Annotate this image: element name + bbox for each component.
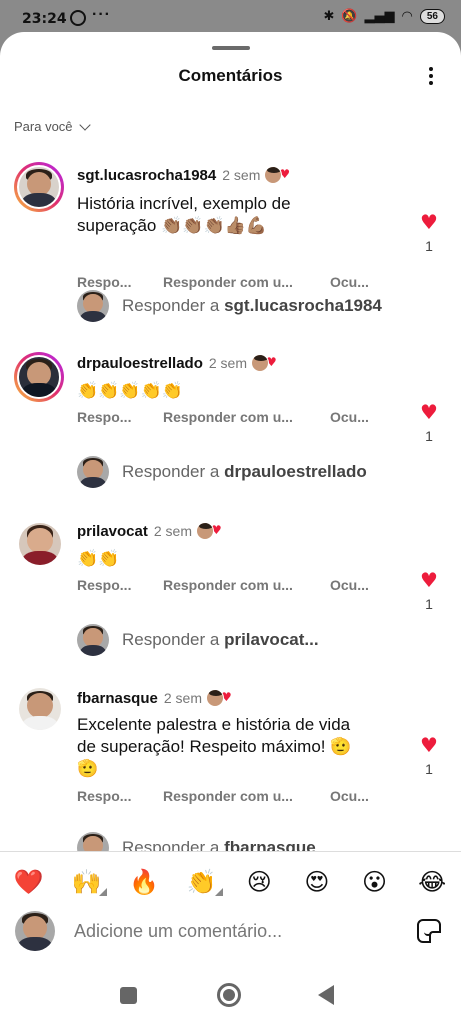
comment-time: 2 sem	[222, 167, 261, 183]
reply-prefix: Responder a	[122, 462, 225, 481]
author-avatar-icon	[205, 689, 224, 707]
comment-username[interactable]: drpauloestrellado 2 sem ♥	[77, 354, 277, 372]
emoji-laughing-button[interactable]: 😂	[415, 868, 449, 896]
whatsapp-icon	[70, 10, 86, 26]
comment-username[interactable]: fbarnasque 2 sem ♥	[77, 689, 232, 707]
comment-composer: Adicione um comentário...	[0, 905, 461, 965]
hide-button[interactable]: Ocu...	[330, 274, 380, 290]
reply-prefix: Responder a	[122, 296, 225, 315]
emoji-clap-button[interactable]: 👏	[185, 868, 223, 896]
avatar	[15, 911, 55, 951]
more-options-icon[interactable]	[421, 66, 441, 86]
heart-icon: ♥	[420, 733, 438, 757]
comment-actions: Respo... Responder com u... Ocu...	[77, 409, 380, 425]
comment-text: 👏👏	[77, 549, 120, 568]
comment-time: 2 sem	[163, 690, 202, 706]
reply-username: sgt.lucasrocha1984	[224, 296, 382, 315]
like-count: 1	[425, 761, 433, 777]
author-avatar-icon	[196, 522, 214, 540]
heart-icon: ♥	[420, 568, 438, 592]
sheet-title: Comentários	[178, 66, 283, 85]
sheet-drag-handle[interactable]	[212, 46, 250, 50]
author-avatar-icon	[250, 354, 269, 372]
sticker-icon[interactable]	[417, 919, 441, 943]
emoji-fire-button[interactable]: 🔥	[127, 868, 161, 896]
avatar[interactable]	[19, 523, 61, 565]
battery-icon: 56	[419, 9, 445, 24]
avatar	[77, 624, 109, 656]
sort-dropdown[interactable]: Para você	[14, 118, 91, 134]
reply-prefix: Responder a	[122, 630, 225, 649]
reply-with-button[interactable]: Responder com u...	[163, 409, 316, 425]
comment-time: 2 sem	[208, 355, 247, 371]
like-count: 1	[425, 596, 433, 612]
comment-username[interactable]: sgt.lucasrocha1984 2 sem ♥	[77, 166, 290, 184]
emoji-crying-button[interactable]: 😢	[242, 868, 276, 896]
reply-with-button[interactable]: Responder com u...	[163, 274, 316, 290]
reply-username: prilavocat...	[224, 630, 319, 649]
comment-actions: Respo... Responder com u... Ocu...	[77, 788, 380, 804]
chevron-down-icon	[78, 118, 91, 131]
status-time: 23:24	[22, 11, 67, 27]
hide-button[interactable]: Ocu...	[330, 788, 380, 804]
reply-with-button[interactable]: Responder com u...	[163, 577, 316, 593]
like-button[interactable]: ♥ 1	[419, 212, 439, 254]
wifi-icon: ◠	[401, 9, 413, 24]
emoji-surprised-button[interactable]: 😮	[358, 868, 392, 896]
comment-actions: Respo... Responder com u... Ocu...	[77, 274, 380, 290]
reply-button[interactable]: Respo...	[77, 409, 149, 425]
comments-sheet: Comentários Para você sgt.lucasrocha1984…	[0, 32, 461, 975]
comment-time: 2 sem	[153, 523, 192, 539]
comment-text: Excelente palestra e história de vida de…	[77, 715, 352, 778]
avatar	[77, 456, 109, 488]
comment-input[interactable]: Adicione um comentário...	[74, 921, 282, 942]
recents-button[interactable]	[120, 987, 137, 1004]
like-count: 1	[425, 428, 433, 444]
like-button[interactable]: ♥ 1	[419, 570, 439, 612]
heart-icon: ♥	[420, 210, 438, 234]
author-avatar-icon	[264, 166, 283, 184]
comment-item: fbarnasque 2 sem ♥ Excelente palestra e hi…	[0, 685, 461, 845]
emoji-heart-eyes-button[interactable]: 😍	[300, 868, 334, 896]
sort-label: Para você	[14, 119, 73, 134]
comment-actions: Respo... Responder com u... Ocu...	[77, 577, 380, 593]
status-more-dots: ···	[92, 6, 111, 23]
like-count: 1	[425, 238, 433, 254]
comment-item: drpauloestrellado 2 sem ♥ 👏👏👏👏👏 Respo... Re…	[0, 350, 461, 460]
reply-with-button[interactable]: Responder com u...	[163, 788, 316, 804]
avatar	[77, 290, 109, 322]
reply-button[interactable]: Respo...	[77, 788, 149, 804]
back-button[interactable]	[318, 985, 334, 1005]
signal-icon: ▂▄▆	[364, 9, 395, 24]
mute-icon: 🔕	[341, 9, 358, 24]
comment-item: prilavocat 2 sem ♥ 👏👏 Respo... Responder co…	[0, 518, 461, 628]
reply-button[interactable]: Respo...	[77, 577, 149, 593]
reply-username: drpauloestrellado	[224, 462, 367, 481]
hide-button[interactable]: Ocu...	[330, 409, 380, 425]
emoji-heart-button[interactable]: ❤️	[12, 868, 46, 896]
avatar[interactable]	[14, 162, 64, 212]
like-button[interactable]: ♥ 1	[419, 402, 439, 444]
bluetooth-icon: ✱	[323, 9, 335, 24]
emoji-quick-bar: ❤️ 🙌 🔥 👏 😢 😍 😮 😂	[0, 851, 461, 911]
like-button[interactable]: ♥ 1	[419, 735, 439, 777]
home-button[interactable]	[217, 983, 241, 1007]
avatar[interactable]	[19, 688, 61, 730]
status-icons: ✱ 🔕 ▂▄▆ ◠ 56	[323, 9, 445, 24]
avatar[interactable]	[14, 352, 64, 402]
hide-button[interactable]: Ocu...	[330, 577, 380, 593]
reply-button[interactable]: Respo...	[77, 274, 149, 290]
comment-text: 👏👏👏👏👏	[77, 381, 183, 400]
system-nav-bar	[0, 975, 461, 1024]
heart-icon: ♥	[420, 400, 438, 424]
comment-username[interactable]: prilavocat 2 sem ♥	[77, 522, 222, 540]
emoji-raised-hands-button[interactable]: 🙌	[69, 868, 108, 896]
comment-text: História incrível, exemplo de superação …	[77, 194, 291, 235]
